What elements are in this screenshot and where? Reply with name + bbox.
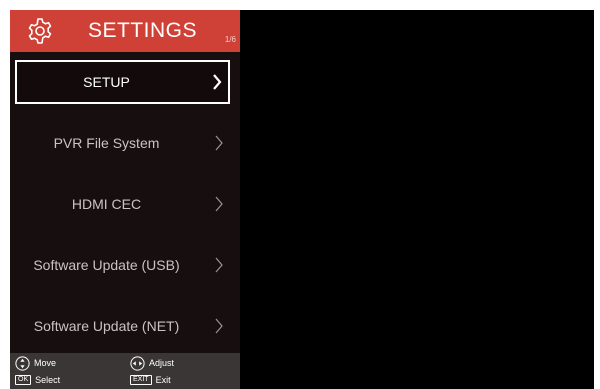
up-down-arrows-icon	[15, 355, 30, 371]
hint-exit: EXIT Exit	[130, 372, 171, 388]
left-right-arrows-icon	[130, 355, 145, 371]
menu-item-label: Software Update (USB)	[33, 257, 180, 273]
chevron-right-icon	[215, 257, 223, 273]
hint-select: OK Select	[15, 372, 60, 388]
tv-screen: SETTINGS 1/6 SETUP PVR File System HDMI …	[10, 10, 594, 389]
settings-panel: SETTINGS 1/6 SETUP PVR File System HDMI …	[10, 10, 240, 389]
menu-item-software-update-net[interactable]: Software Update (NET)	[15, 304, 230, 348]
chevron-right-icon	[215, 196, 223, 212]
hint-label: Move	[34, 358, 57, 368]
menu-item-setup[interactable]: SETUP	[15, 60, 230, 104]
settings-header: SETTINGS 1/6	[10, 10, 240, 52]
hint-label: Exit	[155, 375, 171, 385]
key-hints-footer: Move Adjust OK Select EXIT Exit	[10, 353, 240, 389]
gear-icon	[28, 18, 52, 44]
chevron-right-icon	[215, 135, 223, 151]
page-title: SETTINGS	[88, 19, 198, 42]
exit-key-badge: EXIT	[130, 375, 152, 385]
menu-item-label: SETUP	[83, 74, 130, 90]
hint-label: Adjust	[149, 358, 175, 368]
chevron-right-icon	[213, 74, 222, 90]
hint-adjust: Adjust	[130, 355, 174, 371]
menu-item-label: Software Update (NET)	[33, 318, 180, 334]
ok-key-badge: OK	[15, 375, 32, 385]
hint-move: Move	[15, 355, 56, 371]
menu-item-pvr-file-system[interactable]: PVR File System	[15, 121, 230, 165]
page-indicator: 1/6	[224, 35, 236, 44]
menu-item-label: PVR File System	[53, 135, 160, 151]
chevron-right-icon	[215, 318, 223, 334]
menu-item-software-update-usb[interactable]: Software Update (USB)	[15, 243, 230, 287]
menu-item-hdmi-cec[interactable]: HDMI CEC	[15, 182, 230, 226]
menu-item-label: HDMI CEC	[71, 196, 142, 212]
hint-label: Select	[35, 375, 61, 385]
